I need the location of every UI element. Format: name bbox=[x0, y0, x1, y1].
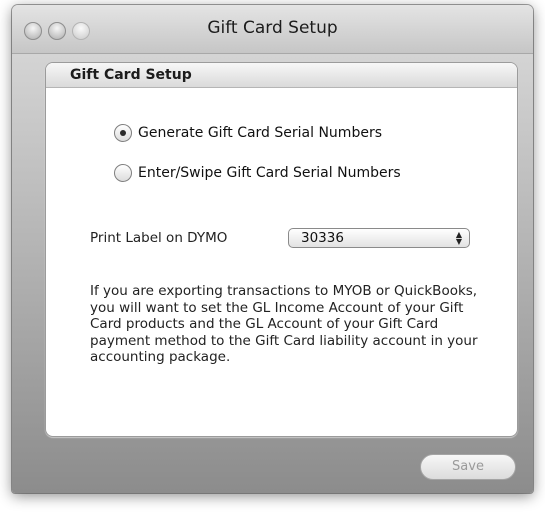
radio-unchecked-icon[interactable] bbox=[114, 164, 132, 182]
gift-card-setup-panel: Gift Card Setup Generate Gift Card Seria… bbox=[45, 62, 518, 437]
print-label-row: Print Label on DYMO 30336 ▲ ▼ bbox=[90, 228, 470, 248]
save-button[interactable]: Save bbox=[420, 454, 516, 480]
generate-serial-option[interactable]: Generate Gift Card Serial Numbers bbox=[114, 124, 382, 142]
accounting-info-text: If you are exporting transactions to MYO… bbox=[90, 283, 478, 365]
radio-checked-icon[interactable] bbox=[114, 124, 132, 142]
window-title: Gift Card Setup bbox=[207, 18, 338, 38]
enter-swipe-serial-label[interactable]: Enter/Swipe Gift Card Serial Numbers bbox=[138, 165, 401, 181]
gift-card-setup-window: Gift Card Setup Gift Card Setup Generate… bbox=[12, 5, 533, 493]
up-down-arrows-icon: ▲ ▼ bbox=[455, 230, 463, 246]
dymo-label-select[interactable]: 30336 ▲ ▼ bbox=[288, 228, 470, 248]
title-bar[interactable]: Gift Card Setup bbox=[12, 5, 533, 54]
enter-swipe-serial-option[interactable]: Enter/Swipe Gift Card Serial Numbers bbox=[114, 164, 401, 182]
panel-header: Gift Card Setup bbox=[46, 63, 517, 88]
print-label-caption: Print Label on DYMO bbox=[90, 230, 228, 246]
generate-serial-label[interactable]: Generate Gift Card Serial Numbers bbox=[138, 125, 382, 141]
dymo-label-value: 30336 bbox=[301, 230, 344, 246]
